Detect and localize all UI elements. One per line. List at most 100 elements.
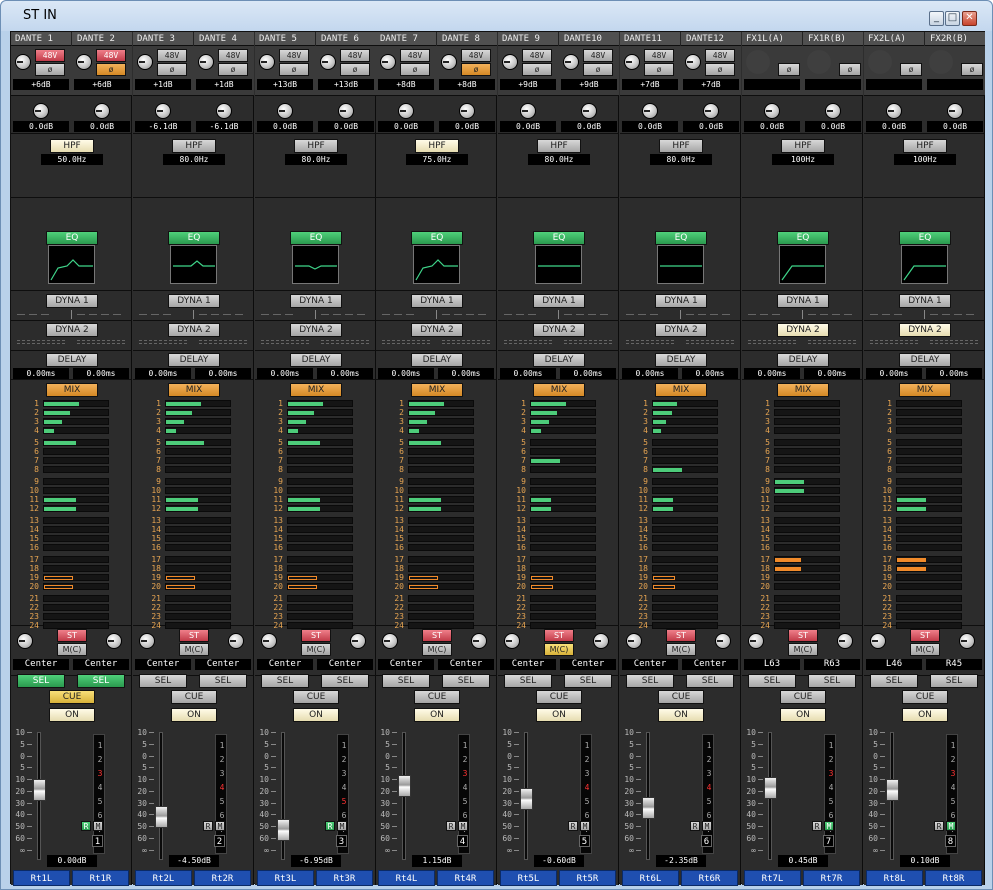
select-right-button[interactable]: SEL (77, 674, 125, 688)
mix-send-row[interactable]: 13 (878, 516, 968, 525)
mix-send-row[interactable]: 22 (25, 603, 115, 612)
mix-send-row[interactable]: 22 (878, 603, 968, 612)
mix-send-level[interactable] (287, 478, 353, 485)
pan-right-knob[interactable] (593, 633, 609, 649)
select-left-button[interactable]: SEL (382, 674, 430, 688)
mix-send-level[interactable] (774, 595, 840, 602)
mix-send-row[interactable]: 20 (390, 582, 480, 591)
mix-send-level[interactable] (774, 466, 840, 473)
mix-send-row[interactable]: 21 (634, 594, 724, 603)
mix-send-level[interactable] (43, 613, 109, 620)
delay-button[interactable]: DELAY (533, 353, 585, 367)
mix-send-level[interactable] (652, 544, 718, 551)
mix-send-row[interactable]: 22 (634, 603, 724, 612)
mix-send-level[interactable] (287, 448, 353, 455)
mix-send-row[interactable]: 19 (512, 573, 602, 582)
mix-send-level[interactable] (530, 505, 596, 512)
trim-knob[interactable] (642, 103, 658, 119)
mix-send-row[interactable]: 22 (147, 603, 237, 612)
delay-button[interactable]: DELAY (655, 353, 707, 367)
mix-send-level[interactable] (774, 604, 840, 611)
fader-knob[interactable] (277, 819, 290, 841)
mix-send-row[interactable]: 22 (269, 603, 359, 612)
recall-safe-button[interactable]: R (568, 821, 578, 831)
hpf-button[interactable]: HPF (903, 139, 947, 153)
mix-send-row[interactable]: 16 (390, 543, 480, 552)
stereo-bus-button[interactable]: ST (57, 629, 87, 642)
output-patch-left[interactable]: Rt5L (500, 870, 557, 886)
mix-send-row[interactable]: 22 (756, 603, 846, 612)
mix-send-level[interactable] (774, 613, 840, 620)
channel-name-right[interactable]: DANTE10 (564, 32, 602, 46)
mix-send-level[interactable] (896, 466, 962, 473)
dyna2-button[interactable]: DYNA 2 (46, 323, 98, 337)
phase-invert-button[interactable]: ø (900, 63, 922, 76)
phase-invert-button[interactable]: ø (400, 63, 430, 76)
mix-send-row[interactable]: 19 (756, 573, 846, 582)
mix-send-level[interactable] (774, 556, 840, 563)
dyna1-button[interactable]: DYNA 1 (46, 294, 98, 308)
channel-name-left[interactable]: DANTE 9 (502, 32, 540, 46)
mix-send-level[interactable] (408, 556, 474, 563)
mix-send-row[interactable]: 4 (25, 426, 115, 435)
mix-send-row[interactable]: 12 (756, 504, 846, 513)
mix-send-row[interactable]: 4 (512, 426, 602, 435)
trim-knob[interactable] (947, 103, 963, 119)
mix-send-level[interactable] (652, 439, 718, 446)
select-left-button[interactable]: SEL (261, 674, 309, 688)
phantom-48v-button[interactable]: 48V (35, 49, 65, 62)
pan-left-knob[interactable] (382, 633, 398, 649)
mix-send-row[interactable]: 2 (390, 408, 480, 417)
cue-button[interactable]: CUE (902, 690, 948, 704)
mix-send-row[interactable]: 23 (878, 612, 968, 621)
mix-send-row[interactable]: 11 (512, 495, 602, 504)
pan-left-knob[interactable] (504, 633, 520, 649)
mute-safe-button[interactable]: M (215, 821, 225, 831)
mix-send-row[interactable]: 13 (390, 516, 480, 525)
mix-send-row[interactable]: 17 (390, 555, 480, 564)
mix-send-level[interactable] (652, 526, 718, 533)
mix-send-row[interactable]: 6 (269, 447, 359, 456)
mix-send-level[interactable] (774, 400, 840, 407)
dyna1-button[interactable]: DYNA 1 (655, 294, 707, 308)
mix-send-level[interactable] (896, 457, 962, 464)
mix-send-level[interactable] (165, 604, 231, 611)
mix-button[interactable]: MIX (655, 383, 707, 397)
mix-send-row[interactable]: 17 (634, 555, 724, 564)
pan-right-knob[interactable] (228, 633, 244, 649)
hpf-button[interactable]: HPF (781, 139, 825, 153)
mix-send-level[interactable] (408, 439, 474, 446)
mix-send-row[interactable]: 16 (512, 543, 602, 552)
phase-invert-button[interactable]: ø (583, 63, 613, 76)
mix-send-level[interactable] (43, 457, 109, 464)
dyna1-button[interactable]: DYNA 1 (899, 294, 951, 308)
mix-send-row[interactable]: 10 (878, 486, 968, 495)
mix-send-row[interactable]: 21 (390, 594, 480, 603)
mix-send-row[interactable]: 11 (634, 495, 724, 504)
channel-name-left[interactable]: FX2L(A) (868, 32, 906, 46)
mix-send-row[interactable]: 1 (634, 399, 724, 408)
mix-send-row[interactable]: 16 (756, 543, 846, 552)
mix-send-row[interactable]: 3 (878, 417, 968, 426)
mix-send-level[interactable] (896, 427, 962, 434)
gain-knob[interactable] (15, 54, 31, 70)
select-right-button[interactable]: SEL (321, 674, 369, 688)
mix-send-row[interactable]: 17 (756, 555, 846, 564)
output-patch-right[interactable]: Rt4R (437, 870, 494, 886)
cue-button[interactable]: CUE (658, 690, 704, 704)
mix-send-row[interactable]: 19 (269, 573, 359, 582)
mix-send-level[interactable] (530, 487, 596, 494)
mix-send-row[interactable]: 16 (269, 543, 359, 552)
mix-send-level[interactable] (774, 505, 840, 512)
mix-send-row[interactable]: 16 (147, 543, 237, 552)
mix-send-row[interactable]: 23 (512, 612, 602, 621)
mix-send-level[interactable] (652, 478, 718, 485)
mix-send-level[interactable] (165, 565, 231, 572)
mix-send-level[interactable] (774, 583, 840, 590)
mix-send-level[interactable] (43, 409, 109, 416)
mix-send-row[interactable]: 15 (634, 534, 724, 543)
channel-name-right[interactable]: FX1R(B) (808, 32, 846, 46)
trim-knob[interactable] (764, 103, 780, 119)
mix-send-row[interactable]: 14 (25, 525, 115, 534)
mix-button[interactable]: MIX (899, 383, 951, 397)
